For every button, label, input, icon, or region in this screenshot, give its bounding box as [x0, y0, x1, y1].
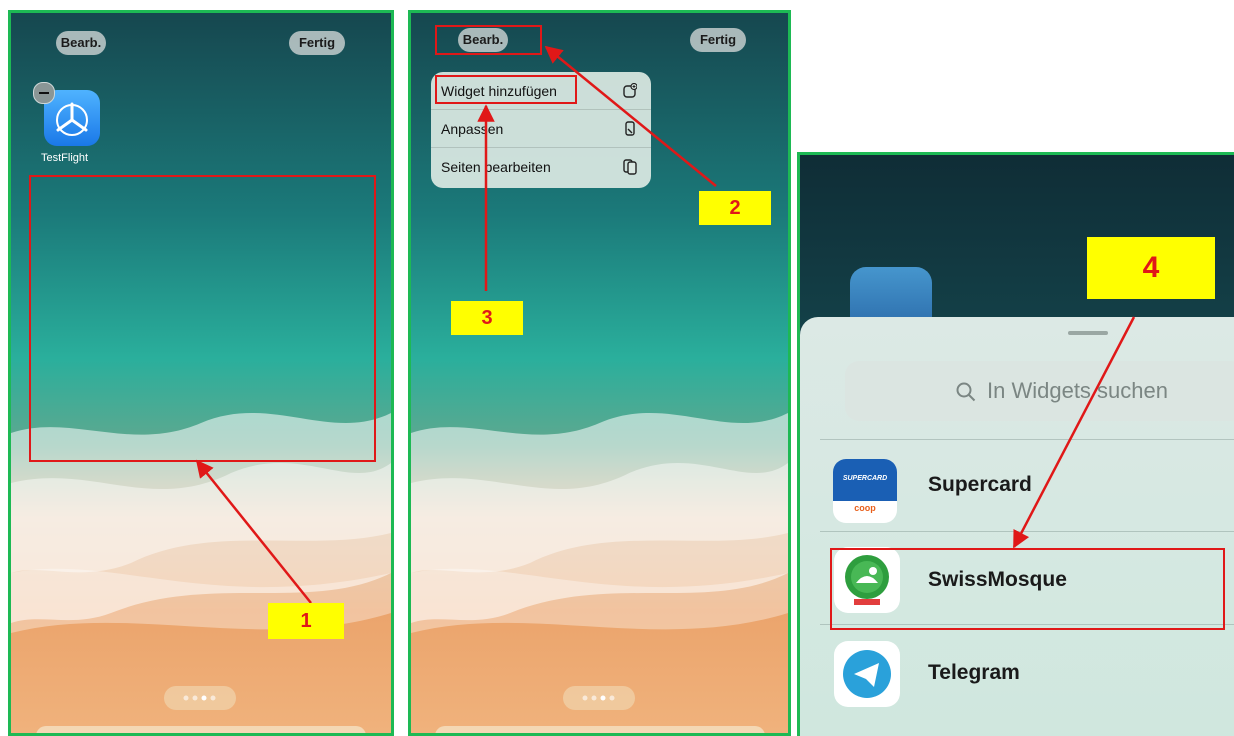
- step-label-1: 1: [268, 603, 344, 639]
- step-label-4: 4: [1087, 237, 1215, 299]
- page-indicator-icon: [582, 695, 615, 701]
- home-screen-panel-edit-mode: Bearb. Fertig TestFlight 1: [8, 10, 394, 736]
- arrows-2-3: [477, 45, 717, 291]
- home-screen-panel-edit-menu: Bearb. Fertig Widget hinzufügen Anpassen…: [408, 10, 791, 736]
- widget-gallery-panel: In Widgets suchen SUPERCARD coop Superca…: [797, 152, 1234, 736]
- page-indicator-icon: [183, 695, 216, 701]
- page-dots[interactable]: [164, 686, 236, 710]
- step-label-3: 3: [451, 301, 523, 335]
- dock: [36, 726, 366, 733]
- page-dots[interactable]: [563, 686, 635, 710]
- step-label-2: 2: [699, 191, 771, 225]
- dock: [435, 726, 765, 733]
